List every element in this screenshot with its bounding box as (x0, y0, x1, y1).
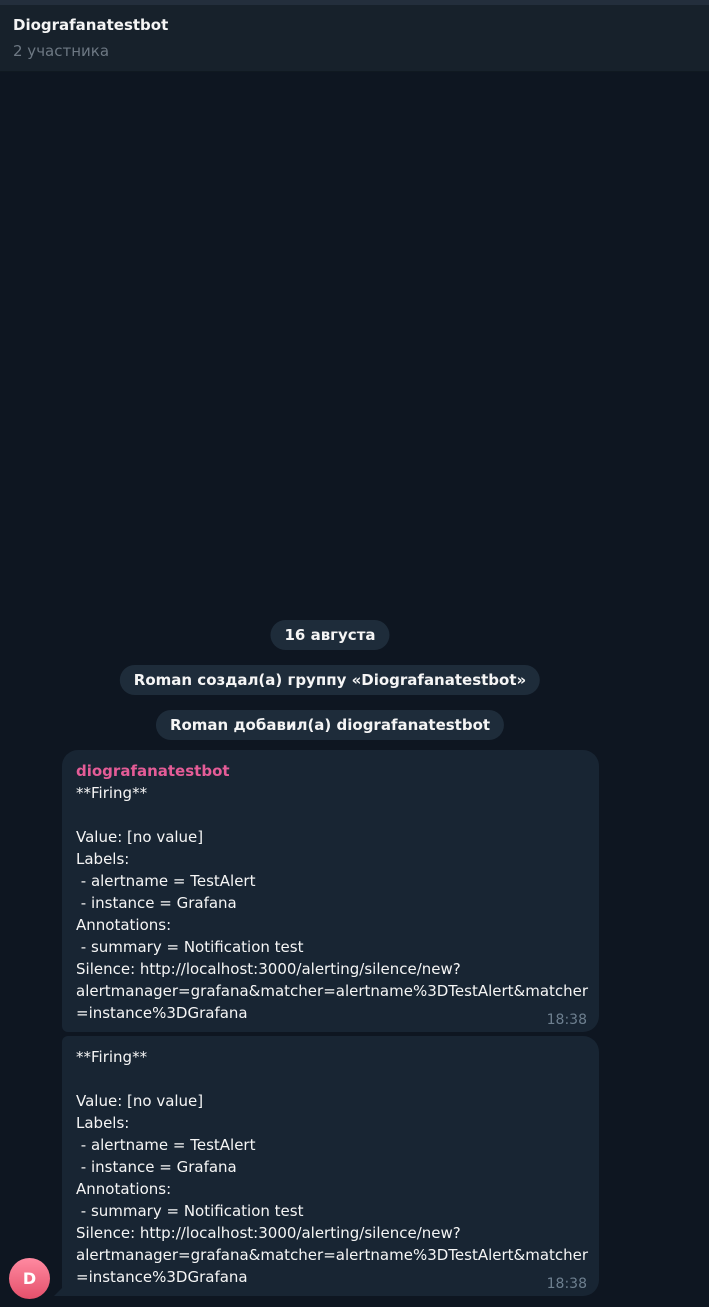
chat-member-count: 2 участника (13, 42, 110, 60)
service-message-group-created: Roman создал(а) группу «Diografanatestbo… (119, 665, 541, 695)
sender-avatar[interactable]: D (9, 1258, 50, 1299)
bubble-tail (54, 1286, 64, 1296)
message-time: 18:38 (546, 1276, 587, 1292)
date-separator: 16 августа (270, 620, 390, 650)
message-text: **Firing** Value: [no value] Labels: - a… (76, 784, 589, 1022)
service-message-member-added: Roman добавил(а) diografanatestbot (155, 710, 505, 740)
chat-title[interactable]: Diografanatestbot (13, 16, 168, 34)
message-text: **Firing** Value: [no value] Labels: - a… (76, 1048, 589, 1286)
chat-header[interactable]: Diografanatestbot 2 участника (0, 5, 709, 72)
message-bubble[interactable]: diografanatestbot **Firing** Value: [no … (62, 750, 599, 1032)
message-sender[interactable]: diografanatestbot (76, 760, 585, 782)
message-time: 18:38 (546, 1012, 587, 1028)
message-bubble[interactable]: **Firing** Value: [no value] Labels: - a… (62, 1036, 599, 1296)
